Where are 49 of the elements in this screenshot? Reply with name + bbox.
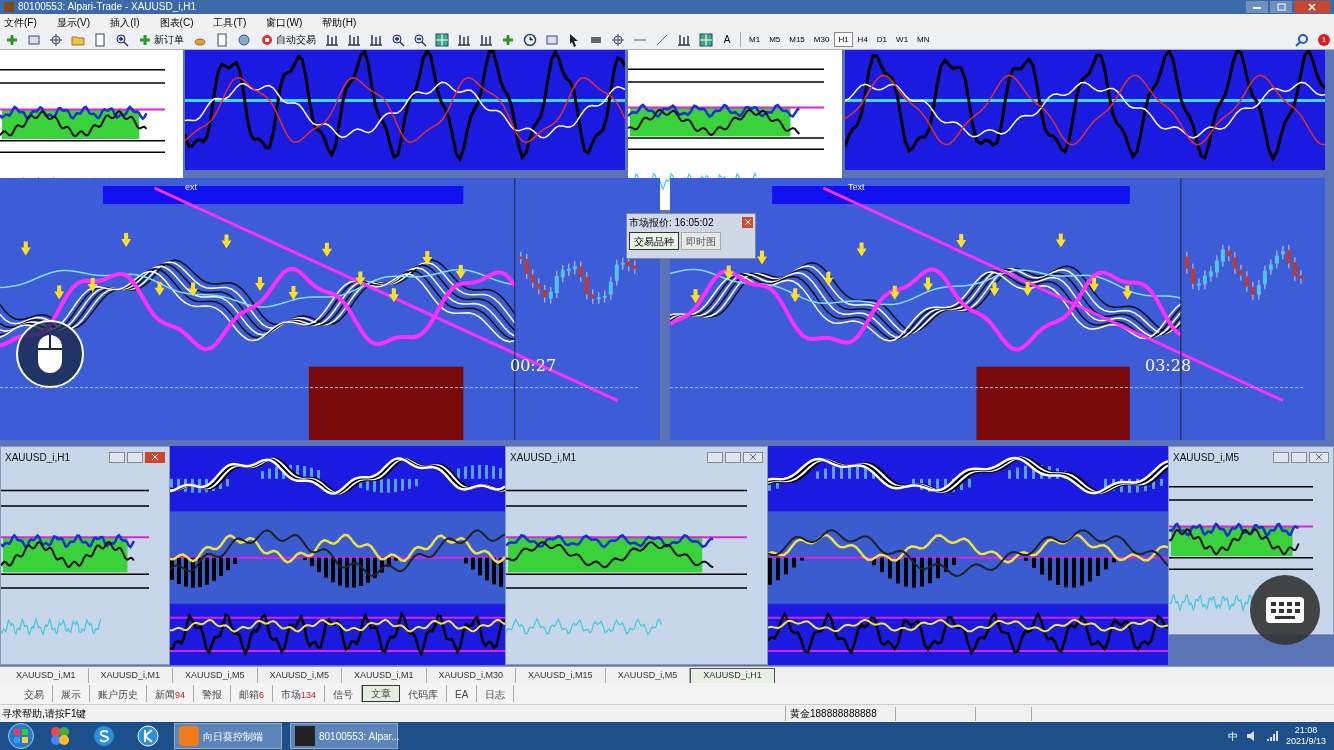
- timeframe-button[interactable]: M30: [809, 32, 834, 47]
- window-title: 市场报价: 16:05:02: [629, 215, 714, 230]
- menu-item[interactable]: 工具(T): [213, 14, 247, 30]
- terminal-tab[interactable]: 新闻94: [147, 685, 194, 702]
- timeframe-button[interactable]: H4: [853, 32, 872, 47]
- terminal-tab[interactable]: 交易: [16, 685, 53, 702]
- notification-badge[interactable]: 1: [1318, 33, 1330, 46]
- chart-label: ext: [185, 181, 197, 194]
- timeframe-button[interactable]: D1: [872, 32, 892, 47]
- terminal-tab[interactable]: 展示: [53, 685, 90, 702]
- timeframe-button[interactable]: M1: [745, 32, 765, 47]
- menu-item[interactable]: 窗口(W): [266, 14, 303, 30]
- terminal-tab[interactable]: EA: [447, 685, 478, 702]
- terminal-tab[interactable]: 日志: [477, 685, 515, 702]
- terminal-tab[interactable]: 邮箱6: [231, 685, 274, 702]
- timeframe-button[interactable]: M5: [765, 32, 785, 47]
- menu-item[interactable]: 帮助(H): [322, 14, 357, 30]
- window-title: XAUUSD_i,M5: [1173, 450, 1240, 465]
- countdown-timer: 03:28: [1145, 355, 1192, 377]
- timeframe-button[interactable]: M15: [785, 32, 809, 47]
- text-tool-button[interactable]: A: [720, 32, 734, 47]
- clock-time: 21:08: [1294, 724, 1318, 736]
- clock-date: 2021/9/13: [1285, 736, 1326, 748]
- auto-trading-button[interactable]: 自动交易: [258, 31, 318, 48]
- terminal-tab[interactable]: 账户历史: [90, 685, 147, 702]
- timeframe-button[interactable]: H1: [834, 32, 853, 47]
- tab[interactable]: 交易品种: [629, 232, 679, 250]
- terminal-tab[interactable]: 代码库: [400, 685, 448, 702]
- taskbar-app-button[interactable]: 80100553: Alpar...: [290, 723, 398, 749]
- tab[interactable]: 即时图: [681, 232, 721, 250]
- menu-item[interactable]: 插入(I): [110, 14, 140, 30]
- timeframe-button[interactable]: W1: [892, 32, 913, 47]
- new-order-button[interactable]: 新订单: [136, 31, 186, 48]
- input-method-indicator[interactable]: 中: [1227, 728, 1238, 744]
- terminal-tab[interactable]: 市场134: [273, 685, 326, 702]
- window-title: XAUUSD_i,M1: [510, 450, 577, 465]
- status-help-text: 寻求帮助,请按F1键: [1, 707, 88, 721]
- taskbar-app-button[interactable]: 向日葵控制端: [174, 723, 282, 749]
- menu-item[interactable]: 显示(V): [56, 14, 91, 30]
- window-title: 80100553: Alpari-Trade - XAUUSD_i,H1: [18, 2, 197, 12]
- menu-item[interactable]: 文件(F): [4, 14, 37, 30]
- menu-item[interactable]: 图表(C): [159, 14, 194, 30]
- chart-tab[interactable]: XAUUSD_i,H1: [690, 668, 775, 683]
- timeframe-button[interactable]: MN: [913, 32, 934, 47]
- status-account-text: 黄金188888888888: [785, 706, 895, 721]
- chart-label: Text: [848, 181, 865, 194]
- window-title: XAUUSD_i,H1: [5, 450, 71, 465]
- terminal-tab[interactable]: 警报: [194, 685, 231, 702]
- terminal-tab[interactable]: 文章: [362, 685, 401, 702]
